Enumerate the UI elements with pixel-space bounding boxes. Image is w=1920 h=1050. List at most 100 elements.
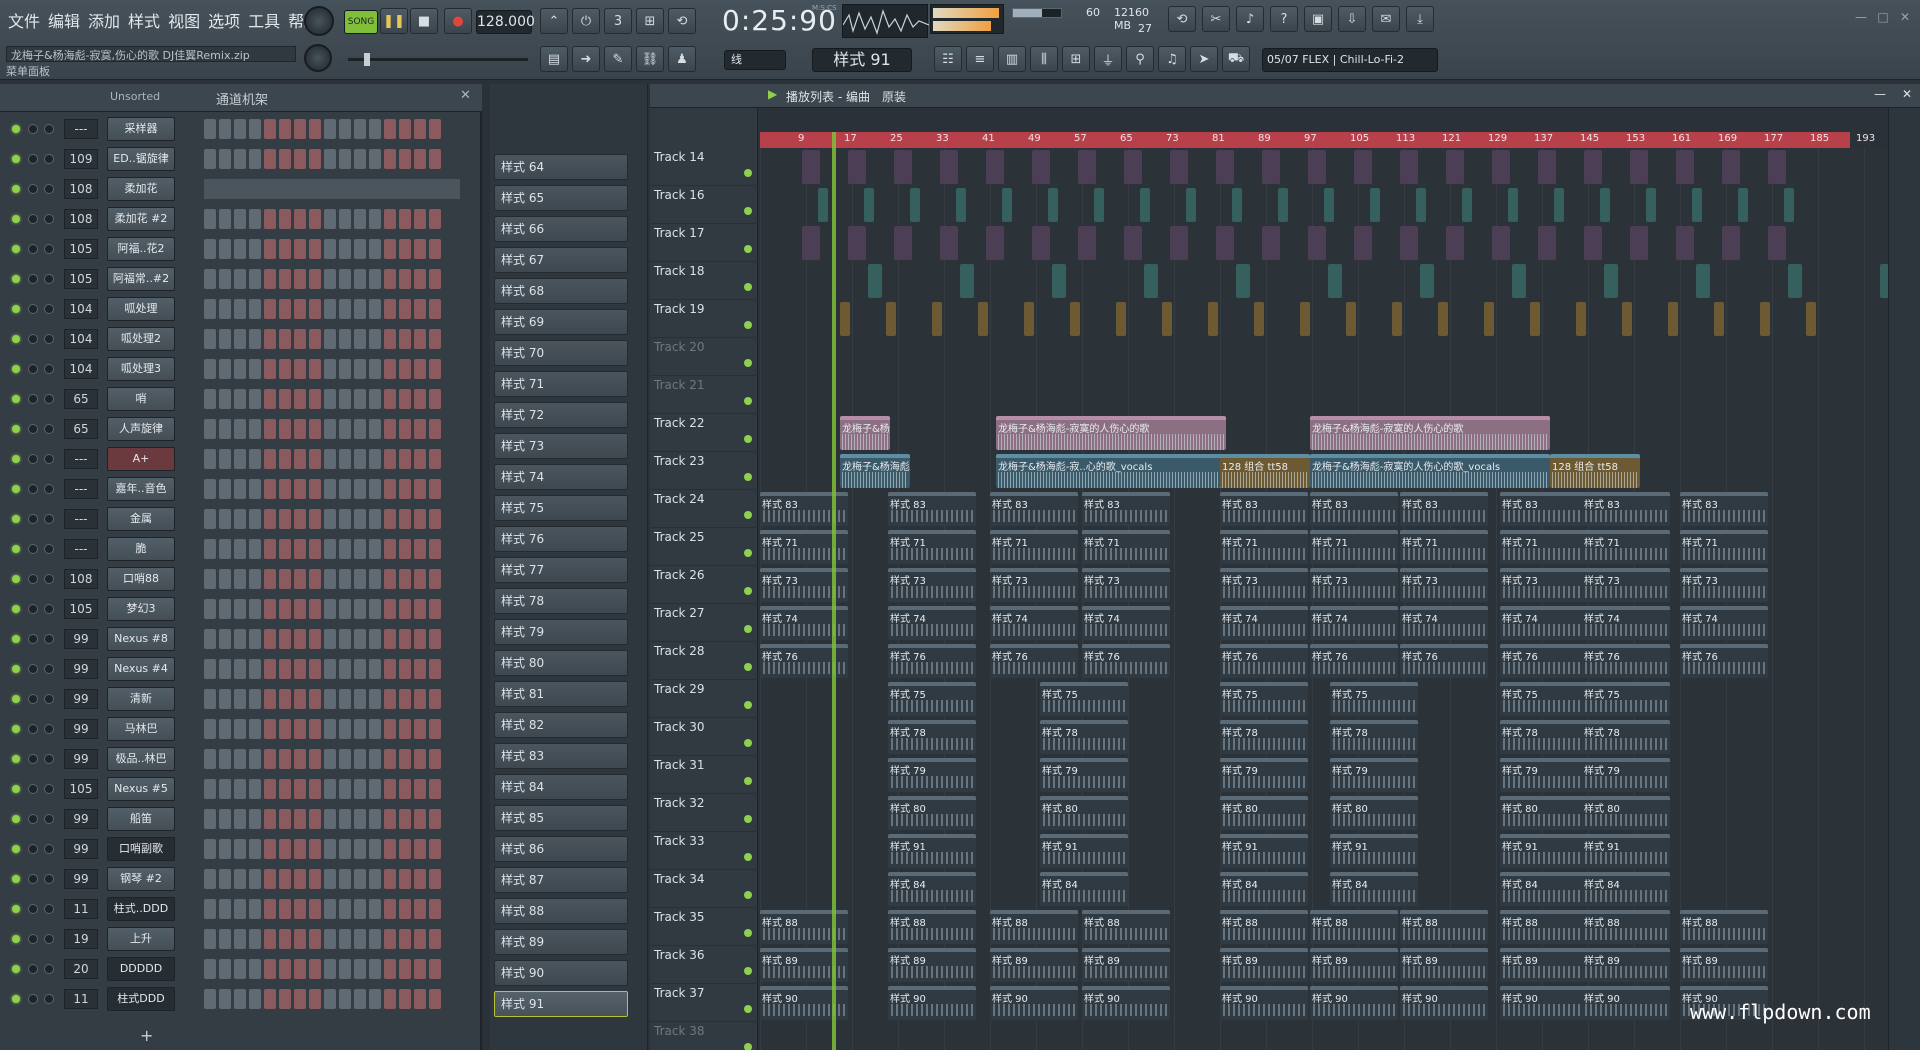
playlist-clip[interactable]: 样式 90 [1500,986,1588,1020]
playlist-clip[interactable] [1052,264,1066,298]
step-button[interactable] [369,599,381,619]
countdown-button[interactable]: 3 [604,8,632,34]
playlist-clip[interactable] [1186,188,1196,222]
playlist-clip[interactable] [1254,302,1264,336]
step-button[interactable] [399,149,411,169]
step-button[interactable] [384,749,396,769]
step-button[interactable] [414,359,426,379]
step-button[interactable] [219,899,231,919]
playlist-clip[interactable]: 样式 89 [1082,948,1170,982]
track-header[interactable]: Track 24 [650,490,758,528]
pattern-selector[interactable]: 样式 91 [812,48,912,72]
step-button[interactable] [429,509,441,529]
step-button[interactable] [234,119,246,139]
step-button[interactable] [429,719,441,739]
playlist-clip[interactable] [1584,150,1602,184]
step-button[interactable] [384,269,396,289]
playlist-clip[interactable] [910,188,920,222]
step-button[interactable] [279,389,291,409]
playlist-clip[interactable]: 龙梅子&杨海彪-寂寞的人伤心的歌 [840,416,890,450]
step-button[interactable] [309,119,321,139]
volume-knob[interactable] [44,544,54,554]
step-button[interactable] [309,419,321,439]
step-button[interactable] [249,989,261,1009]
channel-row[interactable]: 20 DDDDD [0,954,482,984]
playlist-clip[interactable] [1400,150,1418,184]
track-header[interactable]: Track 29 [650,680,758,718]
playlist-clip[interactable]: 样式 90 [1310,986,1398,1020]
step-button[interactable] [234,749,246,769]
channel-row[interactable]: 65 哨 [0,384,482,414]
playlist-clip[interactable] [1446,150,1464,184]
playlist-clip[interactable] [1354,150,1372,184]
step-button[interactable] [429,479,441,499]
channel-name-button[interactable]: 柱式DDD [107,987,175,1011]
playlist-clip[interactable] [1232,188,1242,222]
playlist-clip[interactable]: 样式 91 [888,834,976,868]
channel-row[interactable]: 19 上升 [0,924,482,954]
playlist-clip[interactable]: 样式 75 [1330,682,1418,716]
step-button[interactable] [399,119,411,139]
step-button[interactable] [204,119,216,139]
playlist-clip[interactable]: 样式 76 [990,644,1078,678]
step-button[interactable] [264,449,276,469]
track-name[interactable]: Track 25 [654,530,704,544]
step-button[interactable] [309,239,321,259]
pattern-item[interactable]: 样式 67 [494,247,628,273]
track-name[interactable]: Track 35 [654,910,704,924]
step-button[interactable] [264,749,276,769]
playlist-clip[interactable]: 样式 91 [1500,834,1588,868]
step-button[interactable] [264,629,276,649]
channel-name-button[interactable]: 柱式..DDD [107,897,175,921]
playlist-clip[interactable]: 样式 83 [1220,492,1308,526]
step-button[interactable] [339,569,351,589]
playlist-clip[interactable] [1438,302,1448,336]
step-button[interactable] [264,299,276,319]
volume-knob[interactable] [44,364,54,374]
playlist-clip[interactable] [1738,188,1748,222]
step-button[interactable] [234,899,246,919]
step-button[interactable] [264,359,276,379]
playlist-clip[interactable] [1328,264,1342,298]
track-name[interactable]: Track 34 [654,872,704,886]
step-button[interactable] [219,449,231,469]
track-header[interactable]: Track 23 [650,452,758,490]
step-button[interactable] [339,389,351,409]
playlist-clip[interactable]: 样式 75 [888,682,976,716]
save-button[interactable]: ▣ [1304,6,1332,32]
step-button[interactable] [414,689,426,709]
channel-row[interactable]: 108 口哨88 [0,564,482,594]
playlist-clip[interactable]: 样式 90 [1082,986,1170,1020]
channel-name-button[interactable]: 钢琴 #2 [107,867,175,891]
playlist-clip[interactable] [1722,226,1740,260]
step-button[interactable] [309,989,321,1009]
channel-name-button[interactable]: A+ [107,447,175,471]
step-button[interactable] [324,779,336,799]
step-button[interactable] [219,239,231,259]
step-button[interactable] [294,689,306,709]
step-button[interactable] [429,839,441,859]
step-button[interactable] [309,839,321,859]
step-button[interactable] [219,539,231,559]
mixer-track-number[interactable]: 99 [64,869,98,889]
step-button[interactable] [354,599,366,619]
step-button[interactable] [294,929,306,949]
step-button[interactable] [294,329,306,349]
playlist-clip[interactable]: 样式 74 [1220,606,1308,640]
pan-knob[interactable] [28,484,38,494]
step-button[interactable] [324,539,336,559]
mixer-track-number[interactable]: --- [64,479,98,499]
playlist-clip[interactable] [1714,302,1724,336]
step-button[interactable] [279,959,291,979]
step-button[interactable] [429,209,441,229]
step-button[interactable] [414,959,426,979]
mixer-track-number[interactable]: 104 [64,359,98,379]
step-button[interactable] [384,419,396,439]
channel-row[interactable]: 108 柔加花 #2 [0,204,482,234]
pattern-item[interactable]: 样式 91 [494,991,628,1017]
step-button[interactable] [354,239,366,259]
step-button[interactable] [219,629,231,649]
piano-roll-button[interactable]: ≡ [966,46,994,72]
step-button[interactable] [264,479,276,499]
pan-knob[interactable] [28,394,38,404]
